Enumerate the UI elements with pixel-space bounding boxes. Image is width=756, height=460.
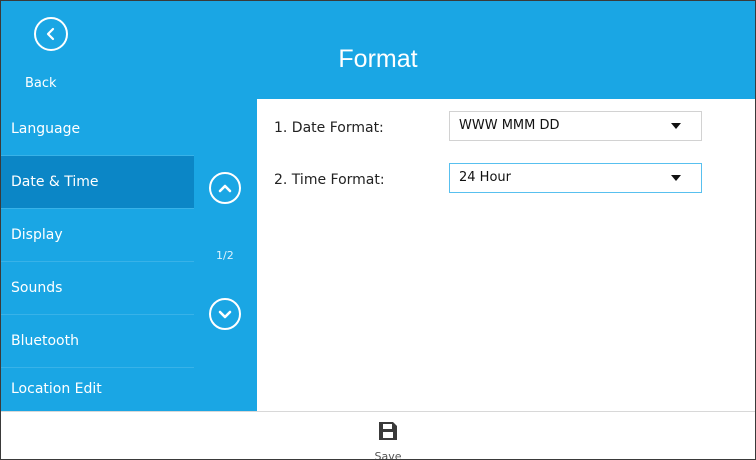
- scroll-down-button[interactable]: [209, 298, 241, 330]
- sidebar-item-label: Location Edit: [11, 381, 102, 397]
- save-label: Save: [374, 450, 402, 460]
- page-indicator: 1/2: [216, 249, 234, 262]
- sidebar-item-date-time[interactable]: Date & Time: [1, 156, 194, 208]
- scroll-up-button[interactable]: [209, 172, 241, 204]
- date-format-label: 1. Date Format:: [274, 120, 384, 136]
- settings-panel: 1. Date Format: WWW MMM DD 2. Time Forma…: [257, 99, 755, 411]
- date-format-value: WWW MMM DD: [459, 118, 560, 133]
- floppy-disk-icon: [379, 422, 397, 440]
- time-format-label: 2. Time Format:: [274, 172, 385, 188]
- sidebar-item-sounds[interactable]: Sounds: [1, 262, 194, 314]
- sidebar-item-label: Sounds: [11, 280, 63, 296]
- sidebar-item-label: Date & Time: [11, 174, 99, 190]
- chevron-up-icon: [218, 184, 232, 193]
- sidebar-item-language[interactable]: Language: [1, 103, 194, 155]
- dropdown-arrow-icon: [671, 123, 681, 129]
- footer-bar: Save: [1, 411, 755, 460]
- sidebar-item-label: Bluetooth: [11, 333, 79, 349]
- sidebar-item-label: Language: [11, 121, 81, 137]
- sidebar: Language Date & Time Display Sounds Blue…: [1, 99, 257, 411]
- header-bar: Back Format: [1, 1, 755, 99]
- date-format-select[interactable]: WWW MMM DD: [449, 111, 702, 141]
- dropdown-arrow-icon: [671, 175, 681, 181]
- sidebar-item-label: Display: [11, 227, 63, 243]
- save-button[interactable]: Save: [363, 420, 413, 460]
- time-format-select[interactable]: 24 Hour: [449, 163, 702, 193]
- sidebar-item-bluetooth[interactable]: Bluetooth: [1, 315, 194, 367]
- back-label: Back: [25, 76, 57, 91]
- sidebar-item-location-edit[interactable]: Location Edit: [1, 363, 194, 415]
- sidebar-item-display[interactable]: Display: [1, 209, 194, 261]
- page-title: Format: [338, 45, 418, 73]
- time-format-value: 24 Hour: [459, 170, 511, 185]
- chevron-down-icon: [218, 310, 232, 319]
- app-window: Back Format Language Date & Time Display…: [0, 0, 756, 460]
